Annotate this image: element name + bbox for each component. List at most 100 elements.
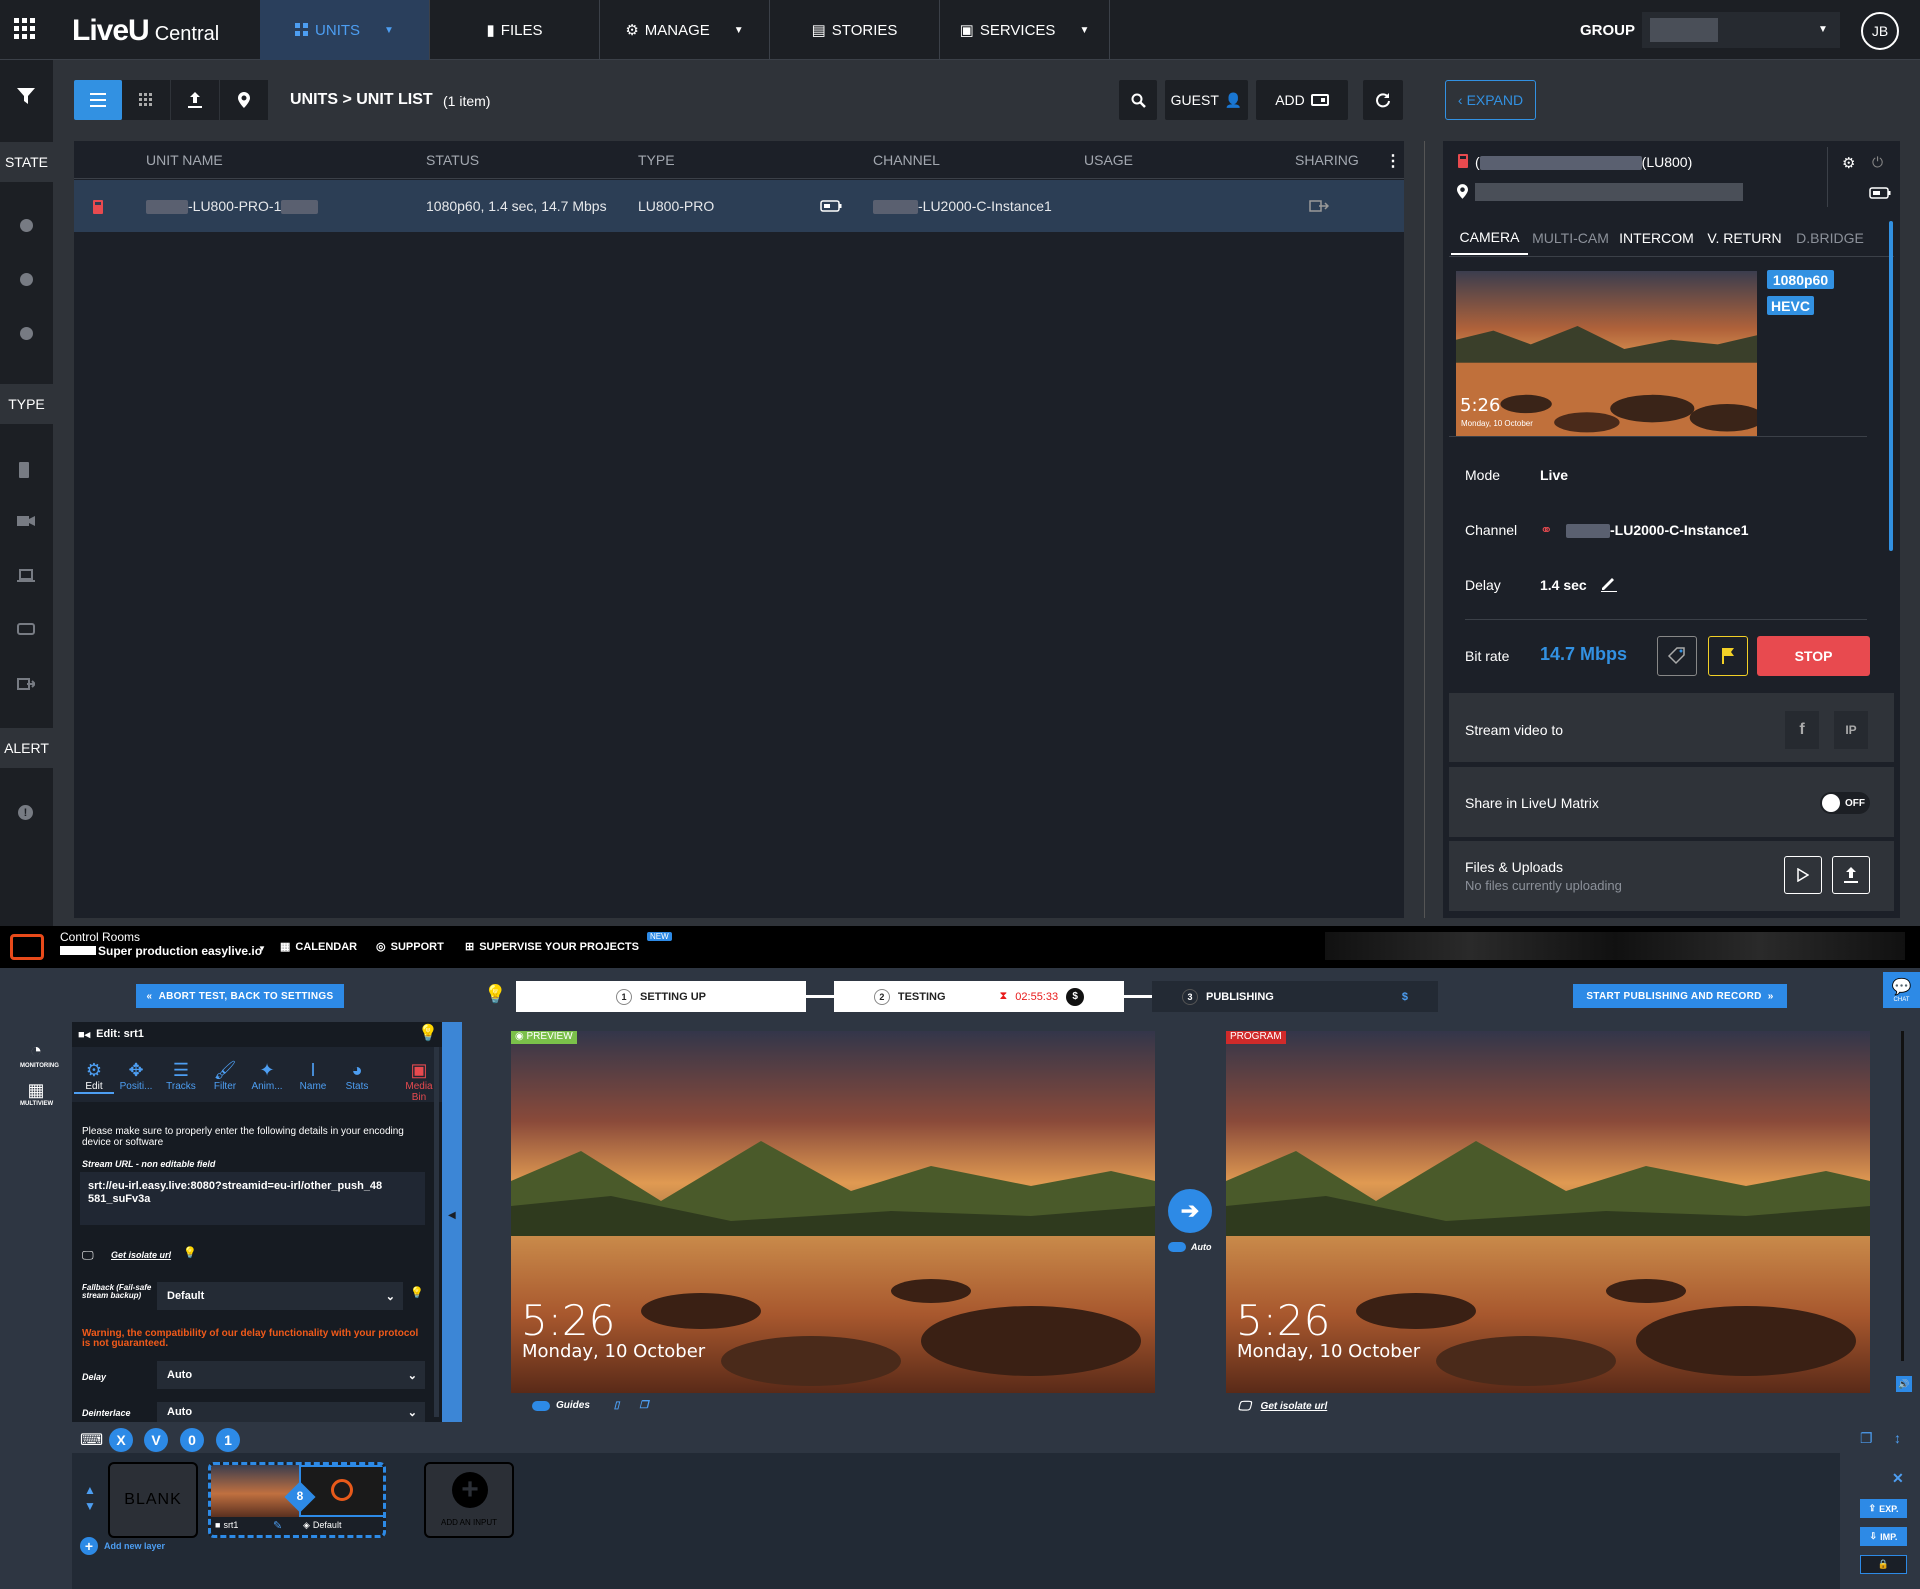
nav-files[interactable]: ▮ FILES (430, 0, 600, 60)
start-publishing-button[interactable]: START PUBLISHING AND RECORD » (1573, 984, 1787, 1008)
lightbulb-icon[interactable]: 💡 (484, 984, 506, 1005)
col-sharing[interactable]: SHARING (1295, 152, 1359, 168)
step-setting-up[interactable]: 1 SETTING UP (516, 981, 806, 1012)
step-publishing[interactable]: 3 PUBLISHING $ (1152, 981, 1438, 1012)
tool-tracks[interactable]: ☰ Tracks (161, 1060, 201, 1092)
add-layer-button[interactable]: + Add new layer (80, 1537, 165, 1555)
nav-stories[interactable]: ▤ STORIES (770, 0, 940, 60)
get-isolate-url-link[interactable]: Get isolate url (111, 1250, 171, 1260)
preview-monitor[interactable]: ◉ PREVIEW 5:26 Monday, 10 October (511, 1031, 1155, 1393)
upload-button[interactable] (1832, 856, 1870, 894)
lightbulb-icon[interactable]: 💡 (410, 1286, 424, 1299)
chevron-down-icon[interactable]: ▼ (1079, 25, 1089, 36)
resize-vertical-icon[interactable]: ↕ (1894, 1430, 1901, 1446)
tool-animation[interactable]: ✦ Anim... (247, 1060, 287, 1092)
tab-d-bridge[interactable]: D.BRIDGE (1789, 221, 1871, 255)
support-link[interactable]: ◎ SUPPORT (376, 940, 444, 954)
help-lightbulb-icon[interactable]: 💡 (418, 1023, 438, 1043)
monitoring-button[interactable]: ◔ MONITORING (20, 1040, 59, 1069)
supervise-projects-link[interactable]: ⊞ SUPERVISE YOUR PROJECTS (465, 940, 639, 954)
keyboard-icon[interactable]: ⌨ (80, 1430, 103, 1450)
nav-units[interactable]: UNITS ▼ (260, 0, 430, 60)
close-icon[interactable]: ✕ (1892, 1470, 1904, 1487)
ip-stream-button[interactable]: IP (1834, 711, 1868, 749)
panel-scrollbar[interactable] (1889, 221, 1893, 551)
col-type[interactable]: TYPE (638, 152, 675, 168)
edit-pencil-icon[interactable]: ✎ (273, 1519, 282, 1532)
expand-button[interactable]: ‹ EXPAND (1445, 80, 1536, 120)
lock-button[interactable]: 🔒 (1860, 1555, 1907, 1574)
abort-test-button[interactable]: « ABORT TEST, BACK TO SETTINGS (136, 984, 344, 1008)
guest-button[interactable]: GUEST 👤 (1165, 80, 1248, 120)
refresh-button[interactable] (1363, 80, 1403, 120)
window-copy-icon[interactable]: ❐ (1860, 1430, 1873, 1447)
col-status[interactable]: STATUS (426, 152, 479, 168)
chevron-down-icon[interactable]: ▼ (384, 25, 394, 36)
camera-thumbnail[interactable]: 5:26 Monday, 10 October (1456, 271, 1757, 437)
power-icon[interactable]: ⏻ (1872, 154, 1883, 171)
settings-gear-icon[interactable]: ⚙ (1842, 154, 1855, 172)
caret-down-icon[interactable]: ▼ (84, 1498, 96, 1514)
fallback-select[interactable]: Default ⌄ (157, 1282, 403, 1310)
state-filter-dot-2[interactable] (20, 273, 33, 286)
tool-position[interactable]: ✥ Positi... (116, 1060, 156, 1092)
laptop-type-icon[interactable] (17, 569, 35, 587)
tab-intercom[interactable]: INTERCOM (1613, 221, 1700, 255)
shortcut-1[interactable]: 1 (216, 1428, 240, 1452)
share-type-icon[interactable] (17, 677, 35, 695)
flag-button[interactable] (1708, 636, 1748, 676)
right-scrollbar[interactable] (1901, 1031, 1904, 1361)
import-button[interactable]: ⇩ IMP. (1860, 1527, 1907, 1546)
layer-reorder-arrows[interactable]: ▲ ▼ (84, 1482, 96, 1514)
shortcut-0[interactable]: 0 (180, 1428, 204, 1452)
deinterlace-select[interactable]: Auto ⌄ (157, 1402, 425, 1422)
chevron-down-icon[interactable]: ▼ (734, 25, 744, 36)
shortcut-v[interactable]: V (144, 1428, 168, 1452)
media-bin-button[interactable]: ▣ Media Bin (399, 1060, 439, 1103)
state-filter-dot-1[interactable] (20, 219, 33, 232)
camera-type-icon[interactable] (17, 515, 35, 533)
shortcut-x[interactable]: X (109, 1428, 133, 1452)
nav-services[interactable]: ▣ SERVICES ▼ (940, 0, 1110, 60)
copy-icon[interactable]: ❐ (639, 1400, 648, 1411)
edit-pencil-icon[interactable] (1600, 574, 1618, 592)
caret-up-icon[interactable]: ▲ (84, 1482, 96, 1498)
avatar[interactable]: JB (1861, 12, 1899, 50)
volume-icon[interactable]: 🔊 (1896, 1376, 1912, 1392)
guides-toggle[interactable]: Guides ▯ ❐ (532, 1400, 648, 1411)
step-testing[interactable]: 2 TESTING ⧗ 02:55:33 $ (834, 981, 1124, 1012)
tab-multi-cam[interactable]: MULTI-CAM (1528, 221, 1613, 255)
blank-source[interactable]: BLANK (108, 1462, 198, 1538)
auto-toggle[interactable]: Auto (1168, 1242, 1212, 1252)
chat-button[interactable]: 💬 CHAT (1883, 972, 1920, 1008)
mobile-icon[interactable]: ▯ (614, 1400, 620, 1411)
group-select[interactable]: ▼ (1642, 12, 1840, 48)
panel-splitter[interactable]: ◀ (442, 1022, 462, 1422)
unit-type-icon[interactable] (17, 461, 35, 479)
add-input-button[interactable]: + ADD AN INPUT (424, 1462, 514, 1538)
col-unit-name[interactable]: UNIT NAME (146, 152, 223, 168)
filter-icon[interactable] (17, 88, 35, 104)
multiview-button[interactable]: ▦ MULTIVIEW (20, 1080, 53, 1107)
play-button[interactable] (1784, 856, 1822, 894)
state-filter-dot-3[interactable] (20, 327, 33, 340)
edit-scrollbar[interactable] (434, 1047, 439, 1417)
tool-name[interactable]: I Name (293, 1060, 333, 1092)
list-view-button[interactable] (74, 80, 122, 120)
facebook-icon[interactable]: f (1785, 711, 1819, 749)
stream-url-box[interactable]: srt://eu-irl.easy.live:8080?streamid=eu-… (80, 1172, 425, 1225)
tag-button[interactable] (1657, 636, 1697, 676)
search-button[interactable] (1119, 80, 1157, 120)
program-monitor[interactable]: PROGRAM 5:26 Monday, 10 October (1226, 1031, 1870, 1393)
col-channel[interactable]: CHANNEL (873, 152, 940, 168)
calendar-link[interactable]: ▦ CALENDAR (280, 940, 357, 954)
tab-v-return[interactable]: V. RETURN (1700, 221, 1789, 255)
map-view-button[interactable] (220, 80, 268, 120)
share-matrix-toggle[interactable]: OFF (1820, 792, 1870, 814)
grid-view-button[interactable] (122, 80, 170, 120)
tool-filter[interactable]: 🖌 Filter (205, 1060, 245, 1092)
upload-view-button[interactable] (171, 80, 219, 120)
lightbulb-icon[interactable]: 💡 (183, 1246, 197, 1259)
export-button[interactable]: ⇪ EXP. (1860, 1499, 1907, 1518)
share-icon[interactable] (1309, 199, 1329, 213)
